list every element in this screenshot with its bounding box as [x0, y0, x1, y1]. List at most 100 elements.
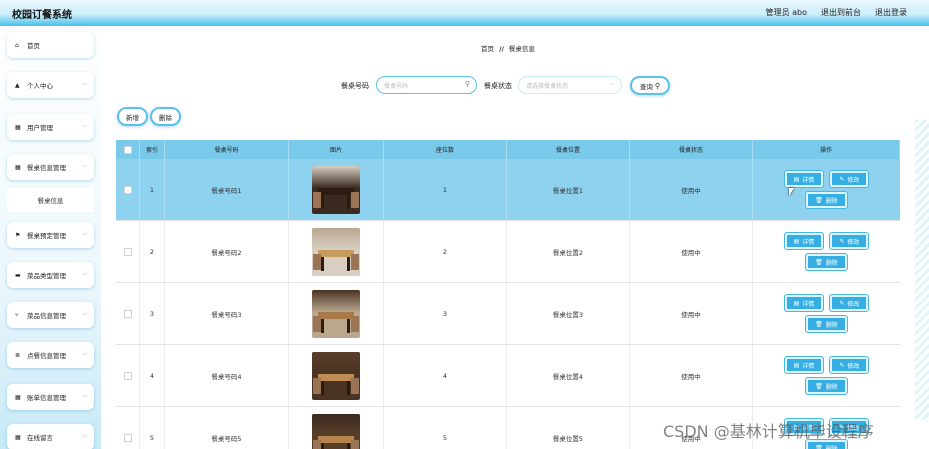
- edit-button[interactable]: ✎ 修改: [830, 295, 869, 311]
- grid-icon: ▦: [15, 163, 21, 171]
- batch-delete-button-label: 删除: [159, 113, 172, 122]
- sidebar-subitem-dining-table-info[interactable]: 餐桌信息: [7, 188, 94, 212]
- app-title: 校园订餐系统: [12, 10, 72, 21]
- image-cell: [289, 345, 384, 406]
- row-index: 5: [140, 407, 165, 449]
- column-header: 座位数: [384, 140, 507, 159]
- table-row[interactable]: 1 餐桌号码1 1 餐桌位置1 使用中 ▤ 详情 ✎ 修改 🗑 删除: [116, 159, 900, 221]
- detail-button[interactable]: ▤ 详情: [784, 171, 824, 187]
- batch-delete-button[interactable]: 删除: [150, 107, 181, 126]
- query-button[interactable]: 查询 ⚲: [630, 76, 670, 95]
- sidebar-item-6[interactable]: ⑂ 菜品信息管理 ⌵: [7, 302, 94, 328]
- row-checkbox-cell[interactable]: [116, 159, 140, 220]
- sidebar-item-9[interactable]: ▦ 在线留言 ⌵: [7, 424, 94, 449]
- sidebar-item-0[interactable]: ⌂ 首页: [7, 32, 94, 58]
- image-cell: [289, 283, 384, 344]
- column-header: 操作: [753, 140, 900, 159]
- sidebar-item-1[interactable]: ▲ 个人中心 ⌵: [7, 72, 94, 98]
- table-number-input[interactable]: 餐桌号码 ⚲: [376, 76, 477, 94]
- table-photo: [312, 165, 360, 214]
- trash-icon: 🗑: [815, 320, 823, 328]
- detail-button[interactable]: ▤ 详情: [784, 357, 824, 373]
- delete-button[interactable]: 🗑 删除: [806, 378, 847, 394]
- breadcrumb-home[interactable]: 首页: [481, 45, 494, 53]
- seat-count: 3: [384, 283, 507, 344]
- select-all-checkbox-cell[interactable]: [116, 140, 140, 159]
- sidebar-item-label: 个人中心: [27, 82, 53, 90]
- edit-button[interactable]: ✎ 修改: [830, 357, 869, 373]
- sidebar-item-7[interactable]: ≣ 点餐信息管理 ⌵: [7, 342, 94, 368]
- sidebar-item-2[interactable]: ▦ 用户管理 ⌵: [7, 114, 94, 140]
- column-header: 图片: [289, 140, 384, 159]
- edit-button[interactable]: ✎ 修改: [830, 233, 869, 249]
- table-row[interactable]: 2 餐桌号码2 2 餐桌位置2 使用中 ▤ 详情 ✎ 修改 🗑 删除: [116, 221, 900, 283]
- decorative-stripes: [915, 120, 929, 420]
- row-index: 1: [140, 159, 165, 220]
- sidebar: ⌂ 首页 ▲ 个人中心 ⌵ ▦ 用户管理 ⌵ ▦ 餐桌信息管理 ⌵ ⚑ 餐桌预定管理 ⌵ ▬ 菜品类型管理 ⌵ ⑂…: [0, 26, 101, 449]
- table-status-placeholder: 请选择餐桌状态: [526, 82, 569, 90]
- delete-button-label: 删除: [825, 445, 838, 449]
- row-checkbox-cell[interactable]: [116, 283, 140, 344]
- seat-count: 1: [384, 159, 507, 220]
- image-cell: [289, 159, 384, 220]
- column-header: 餐桌号码: [165, 140, 289, 159]
- table-number: 餐桌号码3: [165, 283, 289, 344]
- chevron-down-icon: ⌵: [82, 122, 87, 129]
- row-checkbox[interactable]: [123, 309, 132, 318]
- tree-icon: ⑂: [15, 311, 19, 319]
- sidebar-item-5[interactable]: ▬ 菜品类型管理 ⌵: [7, 262, 94, 288]
- row-index: 4: [140, 345, 165, 406]
- edit-button-label: 修改: [847, 238, 860, 246]
- pencil-icon: ✎: [839, 237, 845, 245]
- table-photo: [312, 413, 360, 449]
- grid-icon: ▦: [15, 123, 21, 131]
- chevron-down-icon: ⌄: [609, 80, 615, 87]
- top-links: 管理员 abo 退出到前台 退出登录: [766, 7, 907, 18]
- table-status-select[interactable]: 请选择餐桌状态 ⌄: [518, 76, 622, 94]
- row-checkbox-cell[interactable]: [116, 221, 140, 282]
- grid-icon: ▦: [15, 393, 21, 401]
- row-checkbox-cell[interactable]: [116, 407, 140, 449]
- delete-button[interactable]: 🗑 删除: [806, 254, 847, 270]
- table-location: 餐桌位置1: [507, 159, 630, 220]
- search-icon: ⚲: [654, 81, 661, 90]
- delete-button-label: 删除: [825, 259, 838, 267]
- row-checkbox-cell[interactable]: [116, 345, 140, 406]
- sidebar-item-8[interactable]: ▦ 账单信息管理 ⌵: [7, 384, 94, 410]
- row-checkbox[interactable]: [123, 433, 132, 442]
- home-icon: ⌂: [15, 41, 19, 49]
- table-row[interactable]: 3 餐桌号码3 3 餐桌位置3 使用中 ▤ 详情 ✎ 修改 🗑 删除: [116, 283, 900, 345]
- image-cell: [289, 221, 384, 282]
- chevron-down-icon: ⌵: [82, 310, 87, 317]
- edit-button[interactable]: ✎ 修改: [830, 171, 869, 187]
- trash-icon: 🗑: [815, 444, 823, 449]
- sidebar-item-4[interactable]: ⚑ 餐桌预定管理 ⌵: [7, 222, 94, 248]
- delete-button-label: 删除: [825, 321, 838, 329]
- detail-button[interactable]: ▤ 详情: [784, 295, 824, 311]
- detail-button-label: 详情: [802, 238, 815, 246]
- pencil-icon: ✎: [839, 175, 845, 183]
- select-all-checkbox[interactable]: [123, 145, 132, 154]
- table-status: 使用中: [630, 345, 753, 406]
- exit-to-frontend-link[interactable]: 退出到前台: [821, 7, 861, 18]
- table-status: 使用中: [630, 283, 753, 344]
- trash-icon: 🗑: [815, 196, 823, 204]
- row-checkbox[interactable]: [123, 371, 132, 380]
- delete-button[interactable]: 🗑 删除: [806, 192, 847, 208]
- edit-button-label: 修改: [847, 362, 860, 370]
- logout-link[interactable]: 退出登录: [875, 7, 907, 18]
- user-icon: ▲: [15, 81, 20, 89]
- sidebar-item-3[interactable]: ▦ 餐桌信息管理 ⌵: [7, 154, 94, 180]
- table-status-label: 餐桌状态: [484, 82, 512, 90]
- pencil-icon: ✎: [839, 299, 845, 307]
- column-header: 索引: [140, 140, 165, 159]
- seat-count: 2: [384, 221, 507, 282]
- row-checkbox[interactable]: [123, 247, 132, 256]
- row-checkbox[interactable]: [123, 185, 132, 194]
- add-button[interactable]: 新增: [117, 107, 148, 126]
- delete-button[interactable]: 🗑 删除: [806, 316, 847, 332]
- detail-button[interactable]: ▤ 详情: [784, 233, 824, 249]
- watermark: CSDN @基林计算机毕设程序: [663, 422, 874, 441]
- image-cell: [289, 407, 384, 449]
- table-row[interactable]: 4 餐桌号码4 4 餐桌位置4 使用中 ▤ 详情 ✎ 修改 🗑 删除: [116, 345, 900, 407]
